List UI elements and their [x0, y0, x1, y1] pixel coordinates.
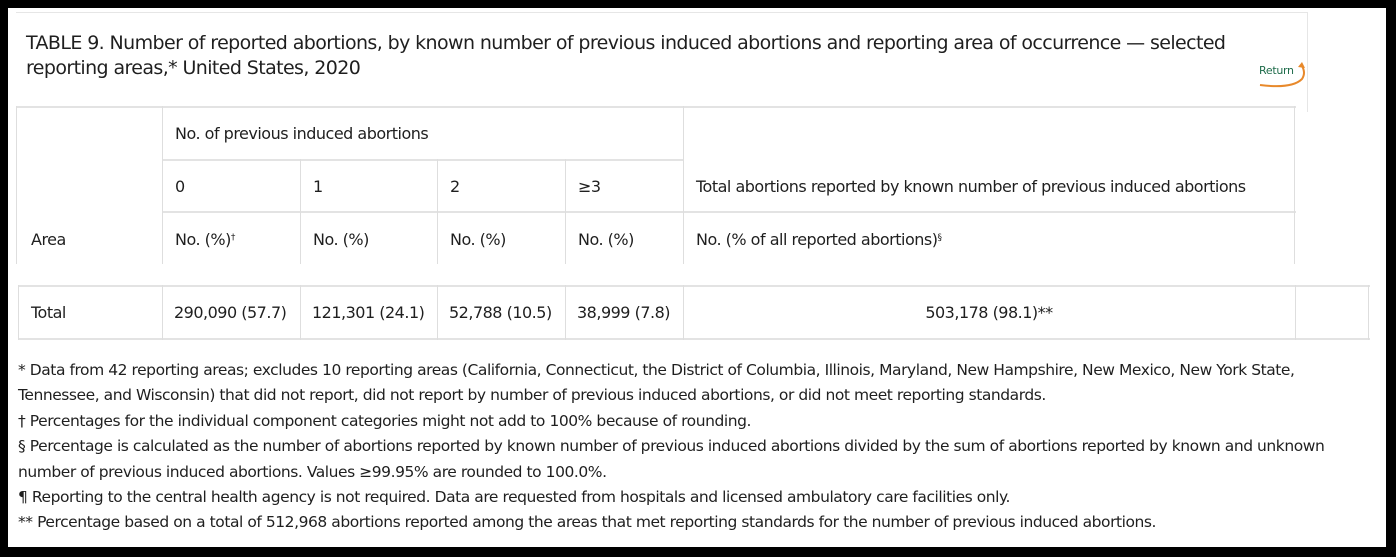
row-value-0: 290,090 (57.7) [174, 303, 287, 322]
footnote-marker-dagger: † [230, 233, 236, 243]
row-value-1: 121,301 (24.1) [312, 303, 425, 322]
subheader-0-label: No. (%) [175, 229, 231, 249]
total-subheader: No. (% of all reported abortions) § [683, 213, 1294, 265]
row-area: Total [31, 303, 66, 322]
subheader-2: No. (%) [450, 229, 506, 249]
table-border [18, 338, 1370, 340]
return-arrow-icon [1259, 62, 1305, 88]
subheader-3plus: No. (%) [578, 229, 634, 249]
total-column-header: Total abortions reported by known number… [696, 176, 1246, 196]
footnote-marker-section: § [937, 233, 942, 243]
category-header-1: 1 [313, 176, 323, 196]
return-link[interactable]: Return [1256, 59, 1312, 89]
total-subheader-label: No. (% of all reported abortions) [696, 229, 938, 249]
table-border [1295, 285, 1296, 340]
category-header-0: 0 [175, 176, 185, 196]
row-total: 503,178 (98.1)** [925, 303, 1053, 322]
footnote-dagger: † Percentages for the individual compone… [18, 411, 751, 430]
footnote-double-asterisk: ** Percentage based on a total of 512,96… [18, 513, 1156, 532]
footnotes: * Data from 42 reporting areas; excludes… [18, 358, 1378, 536]
footnote-pilcrow: ¶ Reporting to the central health agency… [18, 488, 1011, 507]
table-title: TABLE 9. Number of reported abortions, b… [26, 32, 1226, 79]
table-border [1368, 285, 1369, 340]
row-value-3plus: 38,999 (7.8) [577, 303, 671, 322]
area-column-header: Area [31, 229, 66, 249]
page-frame: TABLE 9. Number of reported abortions, b… [8, 8, 1386, 547]
footnote-section: § Percentage is calculated as the number… [18, 437, 1325, 481]
category-header-2: 2 [450, 176, 460, 196]
table-border [1294, 106, 1295, 264]
category-header-3plus: ≥3 [578, 176, 601, 196]
subheader-0: No. (%) † [162, 213, 300, 265]
table-border [16, 106, 17, 264]
footnote-asterisk: * Data from 42 reporting areas; excludes… [18, 361, 1295, 405]
group-header: No. of previous induced abortions [175, 124, 429, 143]
table-caption-box: TABLE 9. Number of reported abortions, b… [16, 12, 1308, 112]
row-value-2: 52,788 (10.5) [449, 303, 552, 322]
subheader-1: No. (%) [313, 229, 369, 249]
